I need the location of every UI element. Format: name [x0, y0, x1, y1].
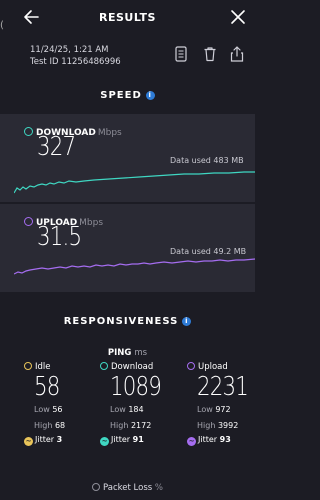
speed-info-icon[interactable]: i [145, 90, 155, 100]
responsiveness-section-title: RESPONSIVENESS i [0, 316, 255, 327]
upload-ping-jitter: ~ Jitter 93 [187, 435, 231, 446]
download-ping-label: Download [111, 362, 154, 372]
upload-ping-value: 2231 [197, 372, 249, 402]
test-meta: 11/24/25, 1:21 AM Test ID 11256486996 [30, 44, 121, 68]
download-speed-graph [14, 171, 255, 194]
upload-ping-label-row: Upload [187, 362, 259, 372]
idle-low: Low 56 [34, 405, 63, 414]
upload-value: 31.5 [37, 222, 82, 252]
download-ping-label-row: Download [100, 362, 172, 372]
download-data-used: Data used 483 MB [170, 156, 244, 165]
responsiveness-title-text: RESPONSIVENESS [63, 316, 179, 327]
upload-jitter-icon: ~ [187, 437, 196, 446]
idle-column: Idle 58 Low 56 High 68 ~ Jitter 3 [24, 362, 65, 446]
test-id: Test ID 11256486996 [30, 57, 121, 67]
upload-unit: Mbps [79, 218, 104, 228]
download-ping-value: 1089 [110, 372, 162, 402]
speed-section-title: SPEED i [0, 90, 255, 101]
trash-icon[interactable] [203, 46, 217, 62]
download-panel: DOWNLOAD Mbps 327 Data used 483 MB [0, 114, 255, 202]
idle-icon [24, 362, 32, 370]
download-ping-icon [100, 362, 108, 370]
responsiveness-info-icon[interactable]: i [182, 316, 192, 326]
packet-loss-icon [92, 483, 101, 491]
close-icon[interactable] [230, 9, 246, 25]
upload-ping-low: Low 972 [197, 405, 231, 414]
download-ping-high: High 2172 [110, 421, 152, 430]
idle-label-row: Idle [24, 362, 65, 372]
download-value: 327 [37, 132, 76, 162]
share-icon[interactable] [230, 46, 244, 62]
ping-label: PING [107, 348, 132, 358]
ping-header: PING ms [0, 348, 255, 358]
upload-ping-label: Upload [198, 362, 228, 372]
speed-title-text: SPEED [100, 90, 142, 101]
upload-ping-high: High 3992 [197, 421, 239, 430]
packet-loss-label: Packet Loss [103, 483, 153, 493]
idle-label: Idle [35, 362, 51, 372]
download-ping-jitter: ~ Jitter 91 [100, 435, 144, 446]
upload-ping-column: Upload 2231 Low 972 High 3992 ~ Jitter 93 [187, 362, 259, 446]
page-title: RESULTS [99, 11, 156, 24]
download-ping-column: Download 1089 Low 184 High 2172 ~ Jitter … [100, 362, 172, 446]
download-jitter-icon: ~ [100, 437, 109, 446]
download-ping-low: Low 184 [110, 405, 144, 414]
idle-value: 58 [34, 372, 60, 402]
idle-jitter-icon: ~ [24, 437, 33, 446]
idle-jitter: ~ Jitter 3 [24, 435, 63, 446]
upload-data-used: Data used 49.2 MB [170, 247, 247, 256]
idle-high: High 68 [34, 421, 66, 430]
upload-ping-icon [187, 362, 195, 370]
download-icon [24, 127, 33, 136]
document-icon[interactable] [174, 46, 188, 62]
packet-loss-row: Packet Loss % [0, 483, 255, 493]
upload-panel: UPLOAD Mbps 31.5 Data used 49.2 MB [0, 204, 255, 292]
test-date: 11/24/25, 1:21 AM [30, 45, 109, 55]
ping-unit: ms [134, 348, 148, 358]
upload-icon [24, 217, 33, 226]
download-unit: Mbps [97, 128, 122, 138]
upload-speed-graph [14, 258, 255, 275]
packet-loss-unit: % [154, 483, 163, 493]
